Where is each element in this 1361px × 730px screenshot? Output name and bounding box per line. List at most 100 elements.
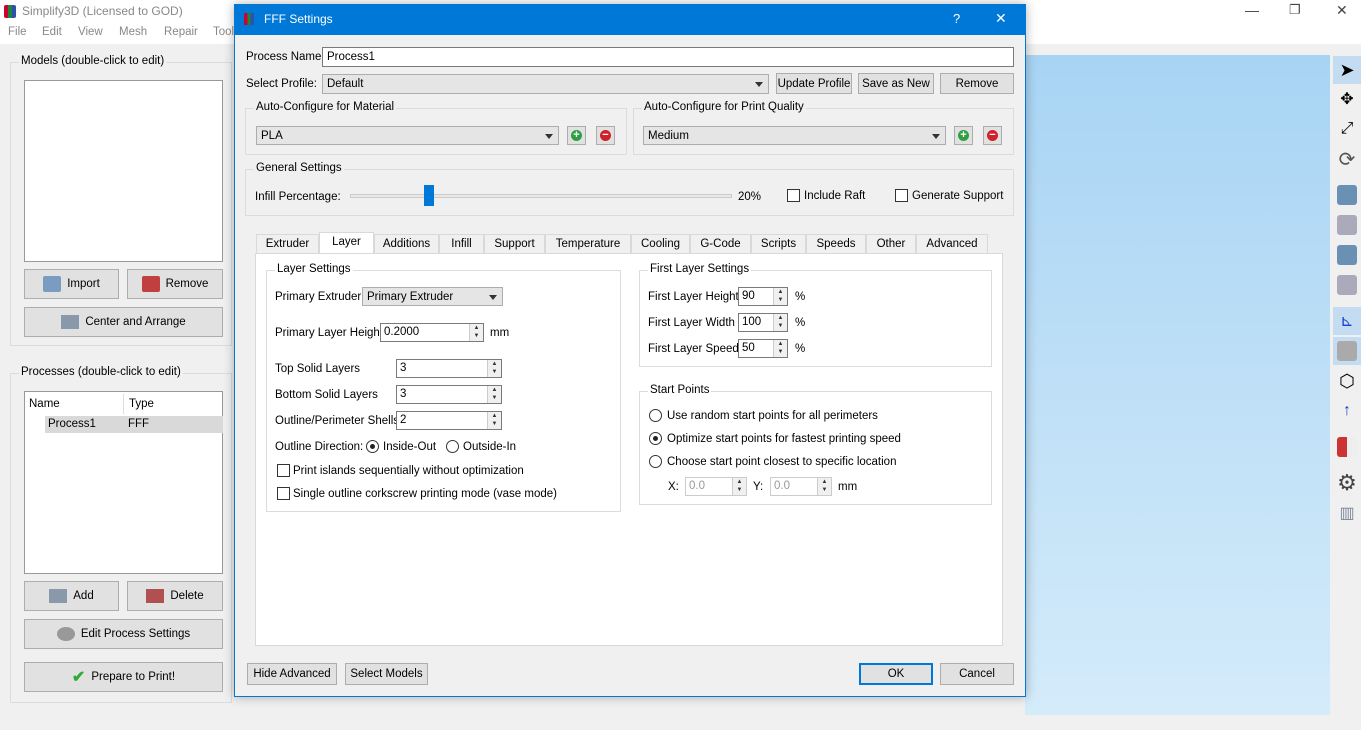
optimize-start-radio[interactable] xyxy=(649,432,662,445)
tab-scripts[interactable]: Scripts xyxy=(751,234,806,254)
menu-mesh[interactable]: Mesh xyxy=(119,26,147,38)
remove-quality-button[interactable]: − xyxy=(983,126,1002,145)
plus-icon: + xyxy=(958,130,969,141)
view-cube-icon[interactable] xyxy=(1333,241,1361,269)
center-arrange-button[interactable]: Center and Arrange xyxy=(24,307,223,337)
tab-support[interactable]: Support xyxy=(484,234,545,254)
menu-edit[interactable]: Edit xyxy=(42,26,62,38)
help-button[interactable]: ? xyxy=(953,11,960,26)
processes-table[interactable]: Name Type Process1 FFF xyxy=(24,391,223,574)
add-process-button[interactable]: Add xyxy=(24,581,119,611)
tab-advanced[interactable]: Advanced xyxy=(916,234,988,254)
layer-height-spinbox[interactable]: 0.2000 ▲ ▼ xyxy=(380,323,484,342)
tab-extruder[interactable]: Extruder xyxy=(256,234,319,254)
perimeter-shells-spinbox[interactable]: 2 ▲ ▼ xyxy=(396,411,502,430)
close-window-button[interactable]: ✕ xyxy=(1336,2,1348,19)
models-list[interactable] xyxy=(24,80,223,262)
solid-view-icon[interactable] xyxy=(1333,337,1361,365)
include-raft-checkbox[interactable] xyxy=(787,189,800,202)
generate-support-checkbox[interactable] xyxy=(895,189,908,202)
normal-icon[interactable]: ↑ xyxy=(1333,397,1361,425)
random-start-radio[interactable] xyxy=(649,409,662,422)
update-profile-button[interactable]: Update Profile xyxy=(776,73,852,94)
axes-icon[interactable]: ⊾ xyxy=(1333,307,1361,335)
view-cube-icon[interactable] xyxy=(1333,181,1361,209)
remove-icon xyxy=(141,276,160,292)
material-select[interactable]: PLA xyxy=(256,126,559,145)
tab-additions[interactable]: Additions xyxy=(374,234,439,254)
hide-advanced-button[interactable]: Hide Advanced xyxy=(247,663,337,685)
islands-checkbox[interactable] xyxy=(277,464,290,477)
delete-process-button[interactable]: Delete xyxy=(127,581,223,611)
process-name-input[interactable]: Process1 xyxy=(322,47,1014,67)
add-icon xyxy=(49,589,68,603)
col-type[interactable]: Type xyxy=(129,398,154,410)
first-layer-height-spinbox[interactable]: 90 ▲ ▼ xyxy=(738,287,788,306)
checkmark-icon: ✔ xyxy=(71,669,86,686)
gears-icon xyxy=(56,627,75,641)
tab-layer[interactable]: Layer xyxy=(319,232,374,254)
move-tool-icon[interactable]: ✥ xyxy=(1333,85,1361,113)
tab-speeds[interactable]: Speeds xyxy=(806,234,866,254)
col-name[interactable]: Name xyxy=(29,398,60,410)
menu-repair[interactable]: Repair xyxy=(164,26,198,38)
restore-button[interactable]: ❐ xyxy=(1289,2,1301,18)
add-quality-button[interactable]: + xyxy=(954,126,973,145)
remove-profile-button[interactable]: Remove xyxy=(940,73,1014,94)
start-y-spinbox[interactable]: 0.0 ▲ ▼ xyxy=(770,477,832,496)
menu-file[interactable]: File xyxy=(8,26,27,38)
delete-icon xyxy=(146,589,165,603)
3d-viewport[interactable] xyxy=(1025,55,1330,715)
closest-start-radio[interactable] xyxy=(649,455,662,468)
app-logo-icon xyxy=(4,5,16,18)
start-x-spinbox[interactable]: 0.0 ▲ ▼ xyxy=(685,477,747,496)
rotate-tool-icon[interactable]: ⟳ xyxy=(1333,145,1361,173)
infill-slider-track[interactable] xyxy=(350,194,732,198)
primary-extruder-select[interactable]: Primary Extruder xyxy=(362,287,503,306)
minimize-button[interactable]: — xyxy=(1245,2,1259,18)
add-material-button[interactable]: + xyxy=(567,126,586,145)
view-cube-icon[interactable] xyxy=(1333,271,1361,299)
supports-icon[interactable]: ▥ xyxy=(1333,499,1361,527)
select-tool-icon[interactable]: ➤ xyxy=(1333,56,1361,84)
menu-view[interactable]: View xyxy=(78,26,103,38)
edit-process-settings-button[interactable]: Edit Process Settings xyxy=(24,619,223,649)
ok-button[interactable]: OK xyxy=(859,663,933,685)
view-cube-icon[interactable] xyxy=(1333,211,1361,239)
first-layer-speed-spinbox[interactable]: 50 ▲ ▼ xyxy=(738,339,788,358)
first-layer-width-spinbox[interactable]: 100 ▲ ▼ xyxy=(738,313,788,332)
top-solid-layers-spinbox[interactable]: 3 ▲ ▼ xyxy=(396,359,502,378)
remove-model-button[interactable]: Remove xyxy=(127,269,223,299)
remove-material-button[interactable]: − xyxy=(596,126,615,145)
app-title: Simplify3D (Licensed to GOD) xyxy=(22,4,183,18)
outside-in-radio[interactable] xyxy=(446,440,459,453)
import-button[interactable]: Import xyxy=(24,269,119,299)
save-as-new-button[interactable]: Save as New xyxy=(858,73,934,94)
tab-gcode[interactable]: G-Code xyxy=(690,234,751,254)
cancel-button[interactable]: Cancel xyxy=(940,663,1014,685)
import-icon xyxy=(43,276,62,292)
tab-other[interactable]: Other xyxy=(866,234,916,254)
dialog-titlebar xyxy=(234,4,1026,35)
quality-select[interactable]: Medium xyxy=(643,126,946,145)
wireframe-icon[interactable]: ⬡ xyxy=(1333,367,1361,395)
inside-out-radio[interactable] xyxy=(366,440,379,453)
table-row[interactable]: Process1 FFF xyxy=(45,416,223,433)
gear-icon[interactable]: ⚙ xyxy=(1333,469,1361,497)
cross-section-icon[interactable] xyxy=(1333,433,1361,461)
profile-select[interactable]: Default xyxy=(322,74,769,94)
vase-mode-checkbox[interactable] xyxy=(277,487,290,500)
select-models-button[interactable]: Select Models xyxy=(345,663,428,685)
prepare-to-print-button[interactable]: ✔ Prepare to Print! xyxy=(24,662,223,692)
infill-label: Infill Percentage: xyxy=(255,191,341,203)
tab-infill[interactable]: Infill xyxy=(439,234,484,254)
process-name-label: Process Name: xyxy=(246,51,325,63)
bottom-solid-layers-spinbox[interactable]: 3 ▲ ▼ xyxy=(396,385,502,404)
minus-icon: − xyxy=(987,130,998,141)
infill-slider-thumb[interactable] xyxy=(424,185,435,206)
tab-temperature[interactable]: Temperature xyxy=(545,234,631,254)
close-dialog-button[interactable]: ✕ xyxy=(995,10,1007,27)
dialog-title: FFF Settings xyxy=(264,12,333,26)
scale-tool-icon[interactable]: ⤢ xyxy=(1333,115,1361,143)
tab-cooling[interactable]: Cooling xyxy=(631,234,690,254)
